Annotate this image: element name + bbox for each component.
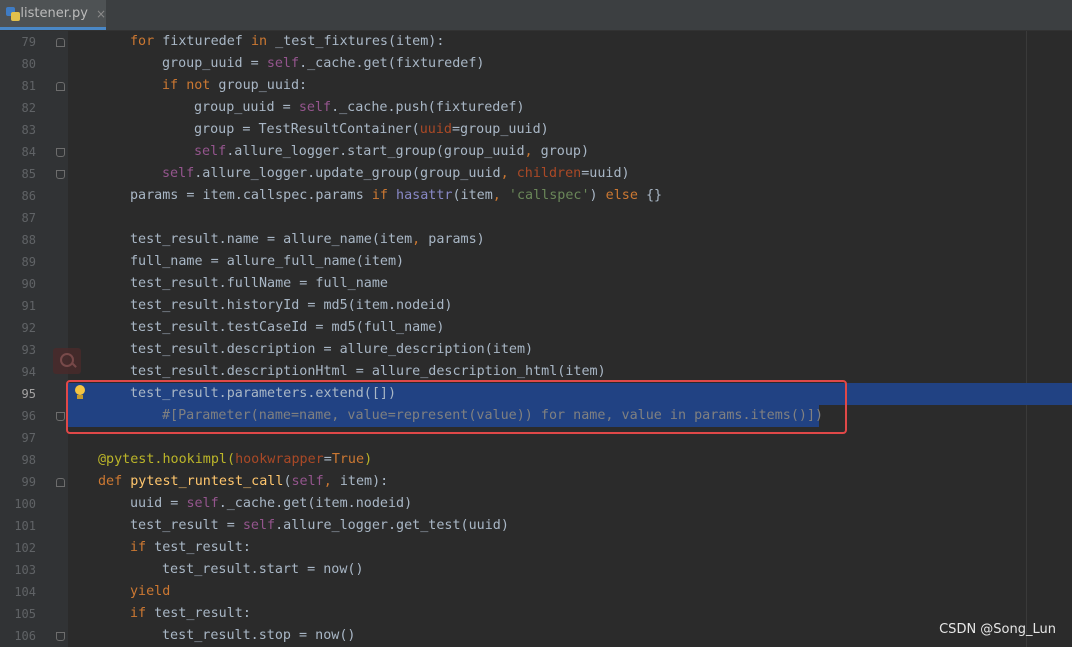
line-number: 84 bbox=[21, 145, 36, 159]
line-number: 92 bbox=[21, 321, 36, 335]
tab-filename: listener.py bbox=[20, 6, 88, 21]
code-line-100: uuid = self._cache.get(item.nodeid) bbox=[130, 496, 413, 511]
line-number: 85 bbox=[21, 167, 36, 181]
code-line-86: params = item.callspec.params if hasattr… bbox=[130, 188, 663, 203]
line-number: 102 bbox=[14, 541, 36, 555]
fold-marker[interactable] bbox=[56, 38, 65, 47]
search-icon bbox=[53, 348, 81, 374]
fold-marker[interactable] bbox=[56, 632, 65, 641]
line-number: 79 bbox=[21, 35, 36, 49]
line-number: 80 bbox=[21, 57, 36, 71]
tab-listener-py[interactable]: listener.py × bbox=[0, 0, 106, 30]
line-number: 94 bbox=[21, 365, 36, 379]
code-line-90: test_result.fullName = full_name bbox=[130, 276, 388, 291]
code-line-98: @pytest.hookimpl(hookwrapper=True) bbox=[98, 452, 373, 467]
fold-marker[interactable] bbox=[56, 170, 65, 179]
code-line-81: if not group_uuid: bbox=[162, 78, 308, 93]
code-line-93: test_result.description = allure_descrip… bbox=[130, 342, 534, 357]
code-line-104: yield bbox=[130, 584, 171, 599]
line-number: 87 bbox=[21, 211, 36, 225]
code-line-106: test_result.stop = now() bbox=[162, 628, 356, 643]
code-line-105: if test_result: bbox=[130, 606, 251, 621]
code-line-102: if test_result: bbox=[130, 540, 251, 555]
line-number: 99 bbox=[21, 475, 36, 489]
code-line-89: full_name = allure_full_name(item) bbox=[130, 254, 405, 269]
fold-marker[interactable] bbox=[56, 412, 65, 421]
code-editor[interactable]: 79 80 81 82 83 84 85 86 87 88 89 90 91 92 93 94 95 96 97 98… bbox=[0, 31, 1072, 647]
line-number: 88 bbox=[21, 233, 36, 247]
line-number: 106 bbox=[14, 629, 36, 643]
watermark: CSDN @Song_Lun bbox=[939, 622, 1056, 637]
code-line-85: self.allure_logger.update_group(group_uu… bbox=[162, 166, 630, 181]
line-number: 101 bbox=[14, 519, 36, 533]
python-file-icon bbox=[6, 6, 20, 21]
line-number: 91 bbox=[21, 299, 36, 313]
close-icon[interactable]: × bbox=[96, 7, 106, 21]
code-line-83: group = TestResultContainer(uuid=group_u… bbox=[194, 122, 549, 137]
line-number: 96 bbox=[21, 409, 36, 423]
code-line-80: group_uuid = self._cache.get(fixturedef) bbox=[162, 56, 485, 71]
editor-tab-bar: listener.py × bbox=[0, 0, 1072, 31]
code-line-79: for fixturedef in _test_fixtures(item): bbox=[130, 34, 445, 49]
line-number: 83 bbox=[21, 123, 36, 137]
line-number: 82 bbox=[21, 101, 36, 115]
line-number: 89 bbox=[21, 255, 36, 269]
annotation-highlight-box bbox=[66, 380, 847, 434]
line-number: 93 bbox=[21, 343, 36, 357]
line-number: 104 bbox=[14, 585, 36, 599]
code-line-101: test_result = self.allure_logger.get_tes… bbox=[130, 518, 509, 533]
line-number: 103 bbox=[14, 563, 36, 577]
line-number: 95 bbox=[21, 387, 36, 401]
code-line-92: test_result.testCaseId = md5(full_name) bbox=[130, 320, 445, 335]
line-number: 98 bbox=[21, 453, 36, 467]
right-margin-guide bbox=[1026, 31, 1027, 647]
code-line-88: test_result.name = allure_name(item, par… bbox=[130, 232, 485, 247]
fold-marker[interactable] bbox=[56, 478, 65, 487]
code-line-84: self.allure_logger.start_group(group_uui… bbox=[194, 144, 590, 159]
line-number: 100 bbox=[14, 497, 36, 511]
code-line-99: def pytest_runtest_call(self, item): bbox=[98, 474, 389, 489]
line-number: 105 bbox=[14, 607, 36, 621]
code-line-103: test_result.start = now() bbox=[162, 562, 364, 577]
line-number: 81 bbox=[21, 79, 36, 93]
line-number: 90 bbox=[21, 277, 36, 291]
fold-marker[interactable] bbox=[56, 148, 65, 157]
line-number: 86 bbox=[21, 189, 36, 203]
code-line-82: group_uuid = self._cache.push(fixturedef… bbox=[194, 100, 525, 115]
code-line-91: test_result.historyId = md5(item.nodeid) bbox=[130, 298, 453, 313]
fold-marker[interactable] bbox=[56, 82, 65, 91]
line-number: 97 bbox=[21, 431, 36, 445]
